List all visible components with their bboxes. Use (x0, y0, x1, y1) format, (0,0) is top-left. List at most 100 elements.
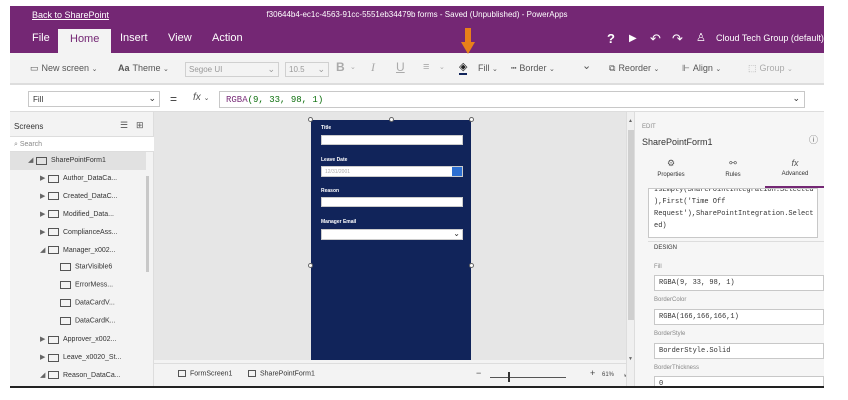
tree-item[interactable]: DataCardV... (10, 295, 146, 313)
borderthickness-property-input[interactable]: 0 (654, 376, 824, 386)
expand-icon[interactable]: ▶ (40, 192, 48, 200)
tree-item[interactable]: ◢ Manager_x002... (10, 242, 146, 260)
menu-insert[interactable]: Insert (120, 32, 148, 44)
tab-rules[interactable]: ⚯ Rules (703, 158, 763, 188)
menu-file[interactable]: File (32, 32, 50, 44)
collapse-icon[interactable]: ◢ (28, 156, 36, 164)
tree-item[interactable]: ◢ Reason_DataCa... (10, 367, 146, 385)
zoom-out-button[interactable]: − (476, 368, 481, 378)
redo-icon[interactable]: ↷ (672, 31, 683, 47)
powerapps-window: Back to SharePoint f30644b4-ec1c-4563-91… (10, 6, 824, 388)
list-view-icon[interactable]: ☰ (120, 120, 128, 131)
expand-icon[interactable]: ▶ (40, 228, 48, 236)
zoom-slider[interactable] (490, 377, 566, 378)
title-bar: Back to SharePoint f30644b4-ec1c-4563-91… (10, 6, 824, 25)
design-canvas[interactable]: Title Leave Date 12/31/2001 Reason Manag… (154, 112, 626, 360)
tree-item[interactable]: DataCardK... (10, 313, 146, 331)
tree-item[interactable]: ◢ SharePointForm1 (10, 152, 146, 170)
user-icon[interactable]: ♙ (696, 31, 706, 44)
expand-icon[interactable]: ▶ (40, 174, 48, 182)
tree-item[interactable]: ErrorMess... (10, 277, 146, 295)
zoom-slider-thumb[interactable] (508, 372, 510, 382)
property-dropdown[interactable]: Fill ⌄ (28, 91, 160, 107)
borderthickness-property-label: BorderThickness (654, 365, 700, 371)
calendar-icon[interactable] (452, 167, 462, 176)
resize-handle-top-right[interactable] (469, 117, 474, 122)
play-icon[interactable]: ▶ (629, 33, 637, 44)
sharepoint-form-preview[interactable]: Title Leave Date 12/31/2001 Reason Manag… (311, 120, 471, 360)
tab-formscreen1-label: FormScreen1 (190, 370, 233, 378)
manager-email-dropdown[interactable]: ⌄ (321, 229, 463, 240)
tree-item[interactable]: ▶ Leave_x0020_St... (10, 349, 146, 367)
chevron-down-icon[interactable]: ⌄ (792, 93, 800, 104)
text-align-icon[interactable]: ≡ (423, 61, 429, 73)
bold-icon[interactable]: B (336, 60, 345, 74)
scroll-down-icon[interactable]: ▼ (628, 356, 633, 362)
theme-label: Theme (132, 63, 161, 73)
tab-formscreen1[interactable]: FormScreen1 (178, 370, 232, 377)
resize-handle-right[interactable] (469, 263, 474, 268)
new-screen-button[interactable]: ▭ New screen ⌄ (30, 63, 97, 74)
theme-button[interactable]: Aa Theme ⌄ (118, 63, 169, 73)
search-icon: ⌕ (14, 141, 18, 148)
expand-icon[interactable]: ▶ (40, 335, 48, 343)
form-icon (36, 156, 47, 165)
properties-icon: ⚙ (666, 158, 676, 168)
menu-action[interactable]: Action (212, 32, 243, 44)
font-family-dropdown[interactable]: Segoe UI ⌄ (185, 62, 279, 77)
leave-date-picker[interactable]: 12/31/2001 (321, 166, 463, 177)
more-chevron-icon[interactable]: ⌄ (582, 59, 591, 72)
tab-sharepointform1[interactable]: SharePointForm1 (248, 370, 315, 377)
tree-item[interactable]: ▶ Modified_Data... (10, 206, 146, 224)
menu-view[interactable]: View (168, 32, 192, 44)
tree-item-label: Reason_DataCa... (63, 371, 121, 379)
expand-icon[interactable]: ▶ (40, 210, 48, 218)
reorder-icon: ⧉ (609, 63, 616, 73)
tree-item[interactable]: ▶ Author_DataCa... (10, 170, 146, 188)
formula-input[interactable]: RGBA(9, 33, 98, 1) ⌄ (219, 91, 805, 108)
borderstyle-property-input[interactable]: BorderStyle.Solid (654, 343, 824, 359)
zoom-in-button[interactable]: + (590, 368, 595, 378)
expand-icon[interactable]: ▶ (40, 353, 48, 361)
font-size-dropdown[interactable]: 10.5 ⌄ (285, 62, 329, 77)
resize-handle-top-left[interactable] (308, 117, 313, 122)
fill-color-icon[interactable]: ◈ (459, 60, 468, 75)
group-button[interactable]: ⬚ Group ⌄ (748, 63, 793, 74)
grid-view-icon[interactable]: ⊞ (136, 120, 144, 131)
resize-handle-top[interactable] (389, 117, 394, 122)
fill-button[interactable]: Fill ⌄ (478, 63, 498, 73)
reorder-button[interactable]: ⧉ Reorder ⌄ (609, 63, 659, 74)
align-button[interactable]: ⊩ Align ⌄ (682, 63, 721, 74)
help-icon[interactable]: ? (607, 31, 615, 46)
tree-item[interactable]: ▶ Approver_x002... (10, 331, 146, 349)
scroll-up-icon[interactable]: ▲ (628, 118, 633, 124)
underline-icon[interactable]: U (396, 60, 405, 74)
title-field-input[interactable] (321, 135, 463, 145)
tab-properties[interactable]: ⚙ Properties (641, 158, 701, 188)
help-circle-icon[interactable]: ⓘ (809, 133, 818, 146)
tree-item[interactable]: StarVisible6 (10, 259, 146, 277)
tab-advanced[interactable]: fx Advanced (765, 158, 824, 188)
collapse-icon[interactable]: ◢ (40, 371, 48, 379)
resize-handle-left[interactable] (308, 263, 313, 268)
tree-item[interactable]: ▶ ComplianceAss... (10, 224, 146, 242)
canvas-scrollbar[interactable]: ▲ ▼ (626, 112, 634, 386)
reason-field-input[interactable] (321, 197, 463, 207)
collapse-icon[interactable]: ◢ (40, 246, 48, 254)
tab-rules-label: Rules (725, 172, 741, 178)
undo-icon[interactable]: ↶ (650, 31, 661, 47)
bordercolor-property-input[interactable]: RGBA(166,166,166,1) (654, 309, 824, 325)
tree-scrollbar[interactable] (146, 176, 149, 272)
chevron-down-icon: ⌄ (267, 64, 275, 74)
chevron-down-icon: ⌄ (439, 64, 445, 71)
menu-home[interactable]: Home (58, 29, 112, 53)
italic-icon[interactable]: I (371, 60, 375, 75)
item-formula-box[interactable]: IsEmpty(SharePointIntegration.Selected )… (648, 188, 818, 238)
border-button[interactable]: ┅ Border ⌄ (511, 63, 555, 74)
tree-item[interactable]: ▶ Created_DataC... (10, 188, 146, 206)
screens-search-input[interactable]: ⌕ Search (10, 136, 154, 152)
tree-item-label: SharePointForm1 (51, 157, 106, 164)
fx-icon[interactable]: fx ⌄ (193, 92, 209, 103)
fill-property-input[interactable]: RGBA(9, 33, 98, 1) (654, 275, 824, 291)
tab-advanced-label: Advanced (781, 171, 809, 177)
